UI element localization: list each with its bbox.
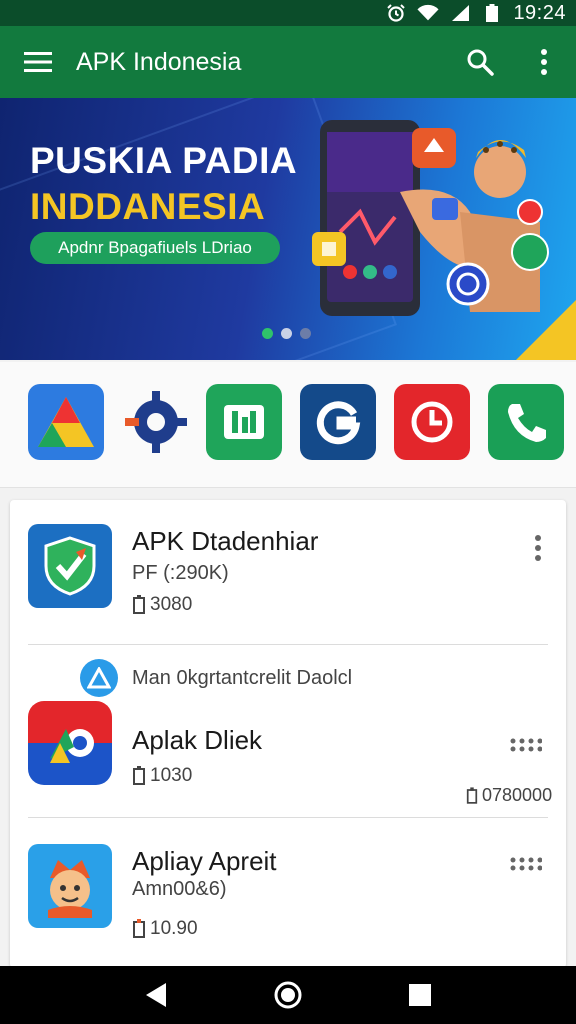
app-title: Aplak Dliek	[132, 725, 263, 755]
shield-check-app-icon	[28, 524, 112, 608]
more-dots-icon[interactable]	[506, 725, 546, 765]
app-size-text: 1030	[150, 765, 193, 786]
app-list-card: APK Dtadenhiar PF (:290K) 3080 Man 0kgrt…	[10, 500, 566, 968]
more-vert-icon[interactable]	[512, 26, 576, 98]
app-meta: 3080	[132, 594, 192, 616]
app-meta: 1030	[132, 765, 192, 787]
status-bar: 19:24	[0, 0, 576, 26]
app-title: Apliay Apreit	[132, 846, 277, 876]
phone-illustration	[312, 120, 549, 316]
category-label: Man 0kgrtantcrelit Daolcl	[132, 667, 353, 689]
app-title: APK Dtadenhiar	[132, 526, 319, 556]
more-vert-icon[interactable]	[518, 528, 558, 568]
file-size-icon	[133, 766, 145, 785]
app-size-text: 3080	[150, 594, 193, 615]
blue-badge-a-icon	[80, 659, 118, 697]
search-icon[interactable]	[448, 26, 512, 98]
banner-pill-button[interactable]: Apdnr Bpagafiuels LDriao	[30, 232, 280, 264]
app-meta: 10.90	[132, 918, 198, 940]
g-app-icon[interactable]	[300, 384, 376, 460]
list-item[interactable]: Apliay Apreit Amn00&6) 10.90	[10, 818, 566, 968]
app-size-text: 10.90	[150, 918, 198, 939]
banner-title-line1: PUSKIA PADIA	[30, 140, 298, 181]
app-subtitle: Amn00&6)	[132, 878, 227, 900]
banner-corner-accent	[516, 300, 576, 360]
phone-app-icon[interactable]	[488, 384, 564, 460]
app-subtitle: PF (:290K)	[132, 562, 229, 584]
clock-app-icon[interactable]	[394, 384, 470, 460]
recents-square-icon[interactable]	[390, 966, 450, 1024]
home-circle-icon[interactable]	[258, 966, 318, 1024]
pagination-dot[interactable]	[300, 328, 311, 339]
gear-app-icon[interactable]	[118, 384, 194, 460]
wifi-icon	[417, 4, 439, 22]
colorful-triangle-app-icon[interactable]	[28, 384, 104, 460]
colorful-play-app-icon	[28, 701, 112, 785]
banner-pagination	[262, 328, 311, 339]
featured-apps-strip	[0, 362, 576, 488]
signal-icon	[449, 4, 471, 22]
banner-title-line2: INDDANESIA	[30, 186, 266, 227]
status-time: 19:24	[513, 1, 566, 24]
list-item[interactable]: APK Dtadenhiar PF (:290K) 3080	[10, 500, 566, 644]
hamburger-menu-icon[interactable]	[0, 26, 76, 98]
pagination-dot[interactable]	[281, 328, 292, 339]
pagination-dot[interactable]	[262, 328, 273, 339]
alarm-icon	[385, 4, 407, 22]
app-title: APK Indonesia	[76, 47, 242, 76]
list-item[interactable]: Man 0kgrtantcrelit Daolcl Aplak Dliek 10…	[10, 645, 566, 817]
app-bar: APK Indonesia	[0, 26, 576, 98]
file-size-icon	[133, 595, 145, 614]
battery-icon	[481, 4, 503, 22]
app-extra-text: 0780000	[482, 785, 553, 805]
green-book-app-icon[interactable]	[206, 384, 282, 460]
system-nav-bar	[0, 966, 576, 1024]
promo-banner[interactable]: PUSKIA PADIA INDDANESIA Apdnr Bpagafiuel…	[0, 98, 576, 360]
more-dots-icon[interactable]	[506, 844, 546, 884]
cartoon-face-app-icon	[28, 844, 112, 928]
back-triangle-icon[interactable]	[126, 966, 186, 1024]
file-size-icon	[466, 786, 478, 804]
app-extra-meta: 0780000	[466, 785, 552, 806]
file-size-icon	[133, 919, 145, 938]
